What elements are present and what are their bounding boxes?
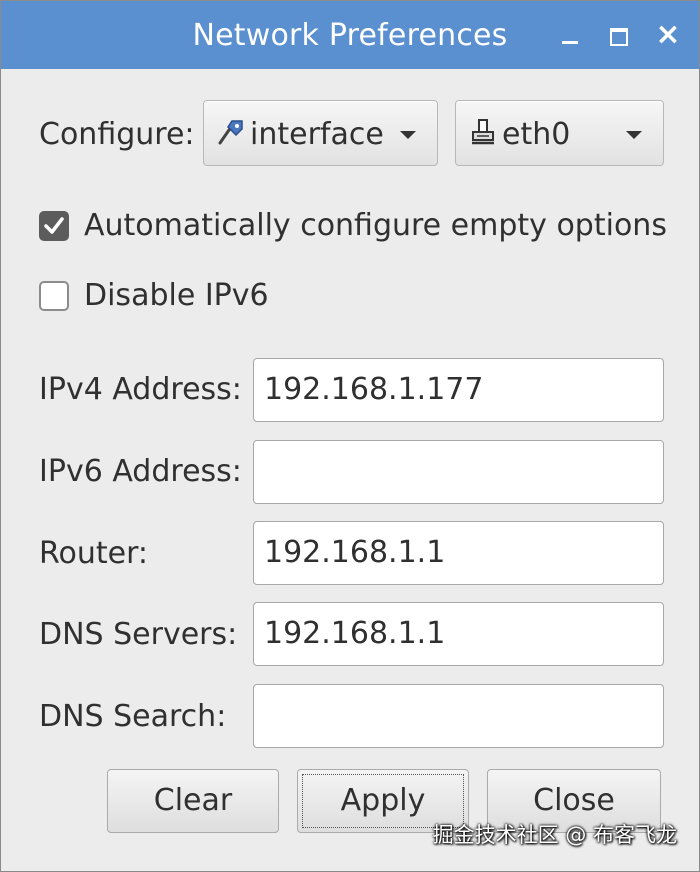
wired-plug-icon [218,120,243,145]
ipv4-address-label: IPv4 Address: [39,372,242,407]
ipv6-address-label: IPv6 Address: [39,454,242,489]
minimize-button[interactable] [553,19,587,53]
ethernet-port-icon [472,119,494,145]
configure-label: Configure: [39,117,195,152]
auto-configure-checkbox[interactable] [39,211,69,241]
disable-ipv6-checkbox[interactable] [39,281,69,311]
maximize-button[interactable] [602,19,636,53]
chevron-down-icon [400,131,416,139]
title-bar[interactable]: Network Preferences × [1,1,699,69]
auto-configure-label[interactable]: Automatically configure empty options [84,208,667,243]
clear-button[interactable]: Clear [107,769,279,833]
dns-search-field[interactable] [253,684,664,748]
ipv6-address-field[interactable] [253,440,664,504]
router-field[interactable]: 192.168.1.1 [253,521,664,585]
window-title: Network Preferences [192,18,508,53]
dns-servers-field[interactable]: 192.168.1.1 [253,602,664,666]
device-value: eth0 [502,117,571,152]
ipv4-address-field[interactable]: 192.168.1.177 [253,358,664,422]
configure-type-value: interface [250,117,384,152]
chevron-down-icon [626,131,642,139]
device-select[interactable]: eth0 [455,100,664,166]
configure-type-select[interactable]: interface [203,100,438,166]
checkmark-icon [44,217,64,234]
watermark: 掘金技术社区 @ 布客飞龙 [432,823,677,847]
network-preferences-window: Network Preferences × Configure: interfa… [0,0,700,872]
dns-servers-label: DNS Servers: [39,617,238,652]
dns-search-label: DNS Search: [39,699,227,734]
close-window-button[interactable]: × [651,19,685,53]
router-label: Router: [39,536,148,571]
disable-ipv6-label[interactable]: Disable IPv6 [84,278,269,313]
